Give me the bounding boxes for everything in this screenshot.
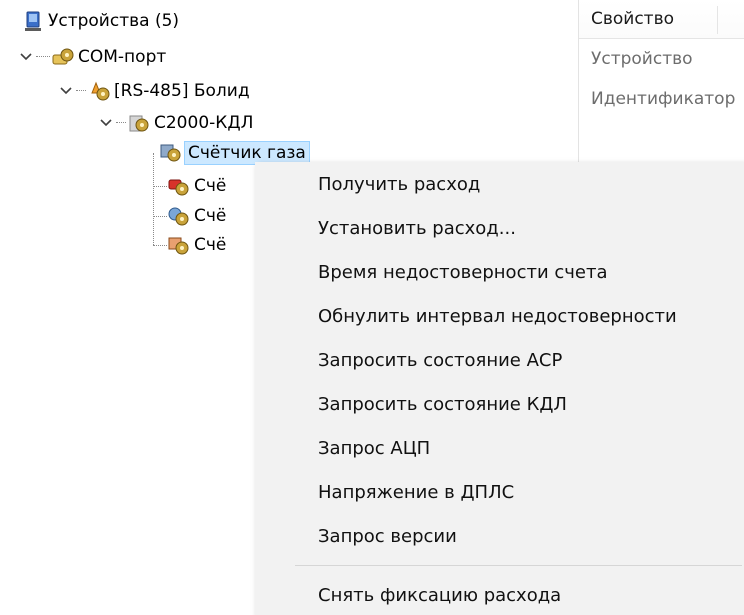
property-row[interactable]: Идентификатор bbox=[579, 79, 744, 119]
tree-connector bbox=[36, 56, 50, 58]
properties-header-label: Свойство bbox=[591, 9, 675, 29]
rs485-bus-icon bbox=[88, 81, 110, 101]
tree-label-meter-4: Счё bbox=[194, 235, 227, 255]
menu-item-label: Запросить состояние КДЛ bbox=[318, 393, 567, 415]
menu-item-request-asr-state[interactable]: Запросить состояние АСР bbox=[255, 338, 744, 382]
property-name: Идентификатор bbox=[591, 89, 736, 109]
menu-item-set-consumption[interactable]: Установить расход... bbox=[255, 206, 744, 250]
menu-item-request-version[interactable]: Запрос версии bbox=[255, 514, 744, 558]
tree-label-root: Устройства (5) bbox=[48, 11, 180, 31]
menu-item-label: Запрос АЦП bbox=[318, 437, 431, 459]
electricity-meter-icon bbox=[168, 235, 190, 255]
menu-item-label: Запросить состояние АСР bbox=[318, 349, 563, 371]
device-manager-window: Устройства (5) COM-порт [RS-485] Болид С… bbox=[0, 0, 744, 615]
tree-connector bbox=[153, 245, 167, 246]
menu-item-reset-invalid-interval[interactable]: Обнулить интервал недостоверности bbox=[255, 294, 744, 338]
chevron-down-icon[interactable] bbox=[98, 115, 114, 131]
devices-computer-icon bbox=[22, 11, 44, 31]
heat-meter-icon bbox=[168, 176, 190, 196]
controller-icon bbox=[128, 113, 150, 133]
menu-item-label: Напряжение в ДПЛС bbox=[318, 481, 515, 503]
tree-label-meter-3: Счё bbox=[194, 206, 227, 226]
tree-node-meter-4[interactable]: Счё bbox=[168, 232, 228, 258]
tree-label-bolid: [RS-485] Болид bbox=[114, 81, 250, 101]
menu-item-request-kdl-state[interactable]: Запросить состояние КДЛ bbox=[255, 382, 744, 426]
chevron-down-icon[interactable] bbox=[58, 83, 74, 99]
gas-meter-icon bbox=[160, 143, 182, 163]
water-meter-icon bbox=[168, 206, 190, 226]
property-row[interactable]: Устройство bbox=[579, 39, 744, 79]
chevron-down-icon[interactable] bbox=[18, 49, 34, 65]
menu-item-request-adc[interactable]: Запрос АЦП bbox=[255, 426, 744, 470]
tree-node-kdl[interactable]: С2000-КДЛ bbox=[98, 110, 255, 136]
menu-item-label: Получить расход bbox=[318, 173, 481, 195]
tree-connector bbox=[153, 186, 167, 187]
menu-item-release-consumption-fix[interactable]: Снять фиксацию расхода bbox=[255, 573, 744, 615]
menu-item-label: Время недостоверности счета bbox=[318, 261, 608, 283]
column-divider[interactable] bbox=[717, 6, 718, 34]
tree-label-meter-2: Счё bbox=[194, 176, 227, 196]
menu-item-dpls-voltage[interactable]: Напряжение в ДПЛС bbox=[255, 470, 744, 514]
tree-label-kdl: С2000-КДЛ bbox=[154, 113, 254, 133]
tree-connector bbox=[76, 90, 86, 92]
menu-item-invalid-count-time[interactable]: Время недостоверности счета bbox=[255, 250, 744, 294]
properties-column-header[interactable]: Свойство bbox=[579, 0, 744, 39]
tree-node-com-port[interactable]: COM-порт bbox=[18, 44, 168, 70]
com-port-icon bbox=[52, 47, 74, 67]
tree-guide-line bbox=[153, 153, 154, 245]
context-menu: Получить расход Установить расход... Вре… bbox=[255, 162, 744, 615]
menu-separator bbox=[295, 565, 742, 566]
property-name: Устройство bbox=[591, 49, 693, 69]
menu-item-get-consumption[interactable]: Получить расход bbox=[255, 162, 744, 206]
tree-connector bbox=[116, 122, 126, 124]
tree-connector bbox=[153, 216, 167, 217]
menu-item-label: Обнулить интервал недостоверности bbox=[318, 305, 677, 327]
menu-item-label: Снять фиксацию расхода bbox=[318, 584, 562, 606]
menu-item-label: Запрос версии bbox=[318, 525, 457, 547]
menu-item-label: Установить расход... bbox=[318, 217, 516, 239]
tree-node-bolid[interactable]: [RS-485] Болид bbox=[58, 78, 252, 104]
tree-node-meter-2[interactable]: Счё bbox=[168, 173, 228, 199]
tree-node-meter-3[interactable]: Счё bbox=[168, 203, 228, 229]
tree-label-com-port: COM-порт bbox=[78, 47, 167, 67]
tree-node-root[interactable]: Устройства (5) bbox=[22, 8, 181, 34]
